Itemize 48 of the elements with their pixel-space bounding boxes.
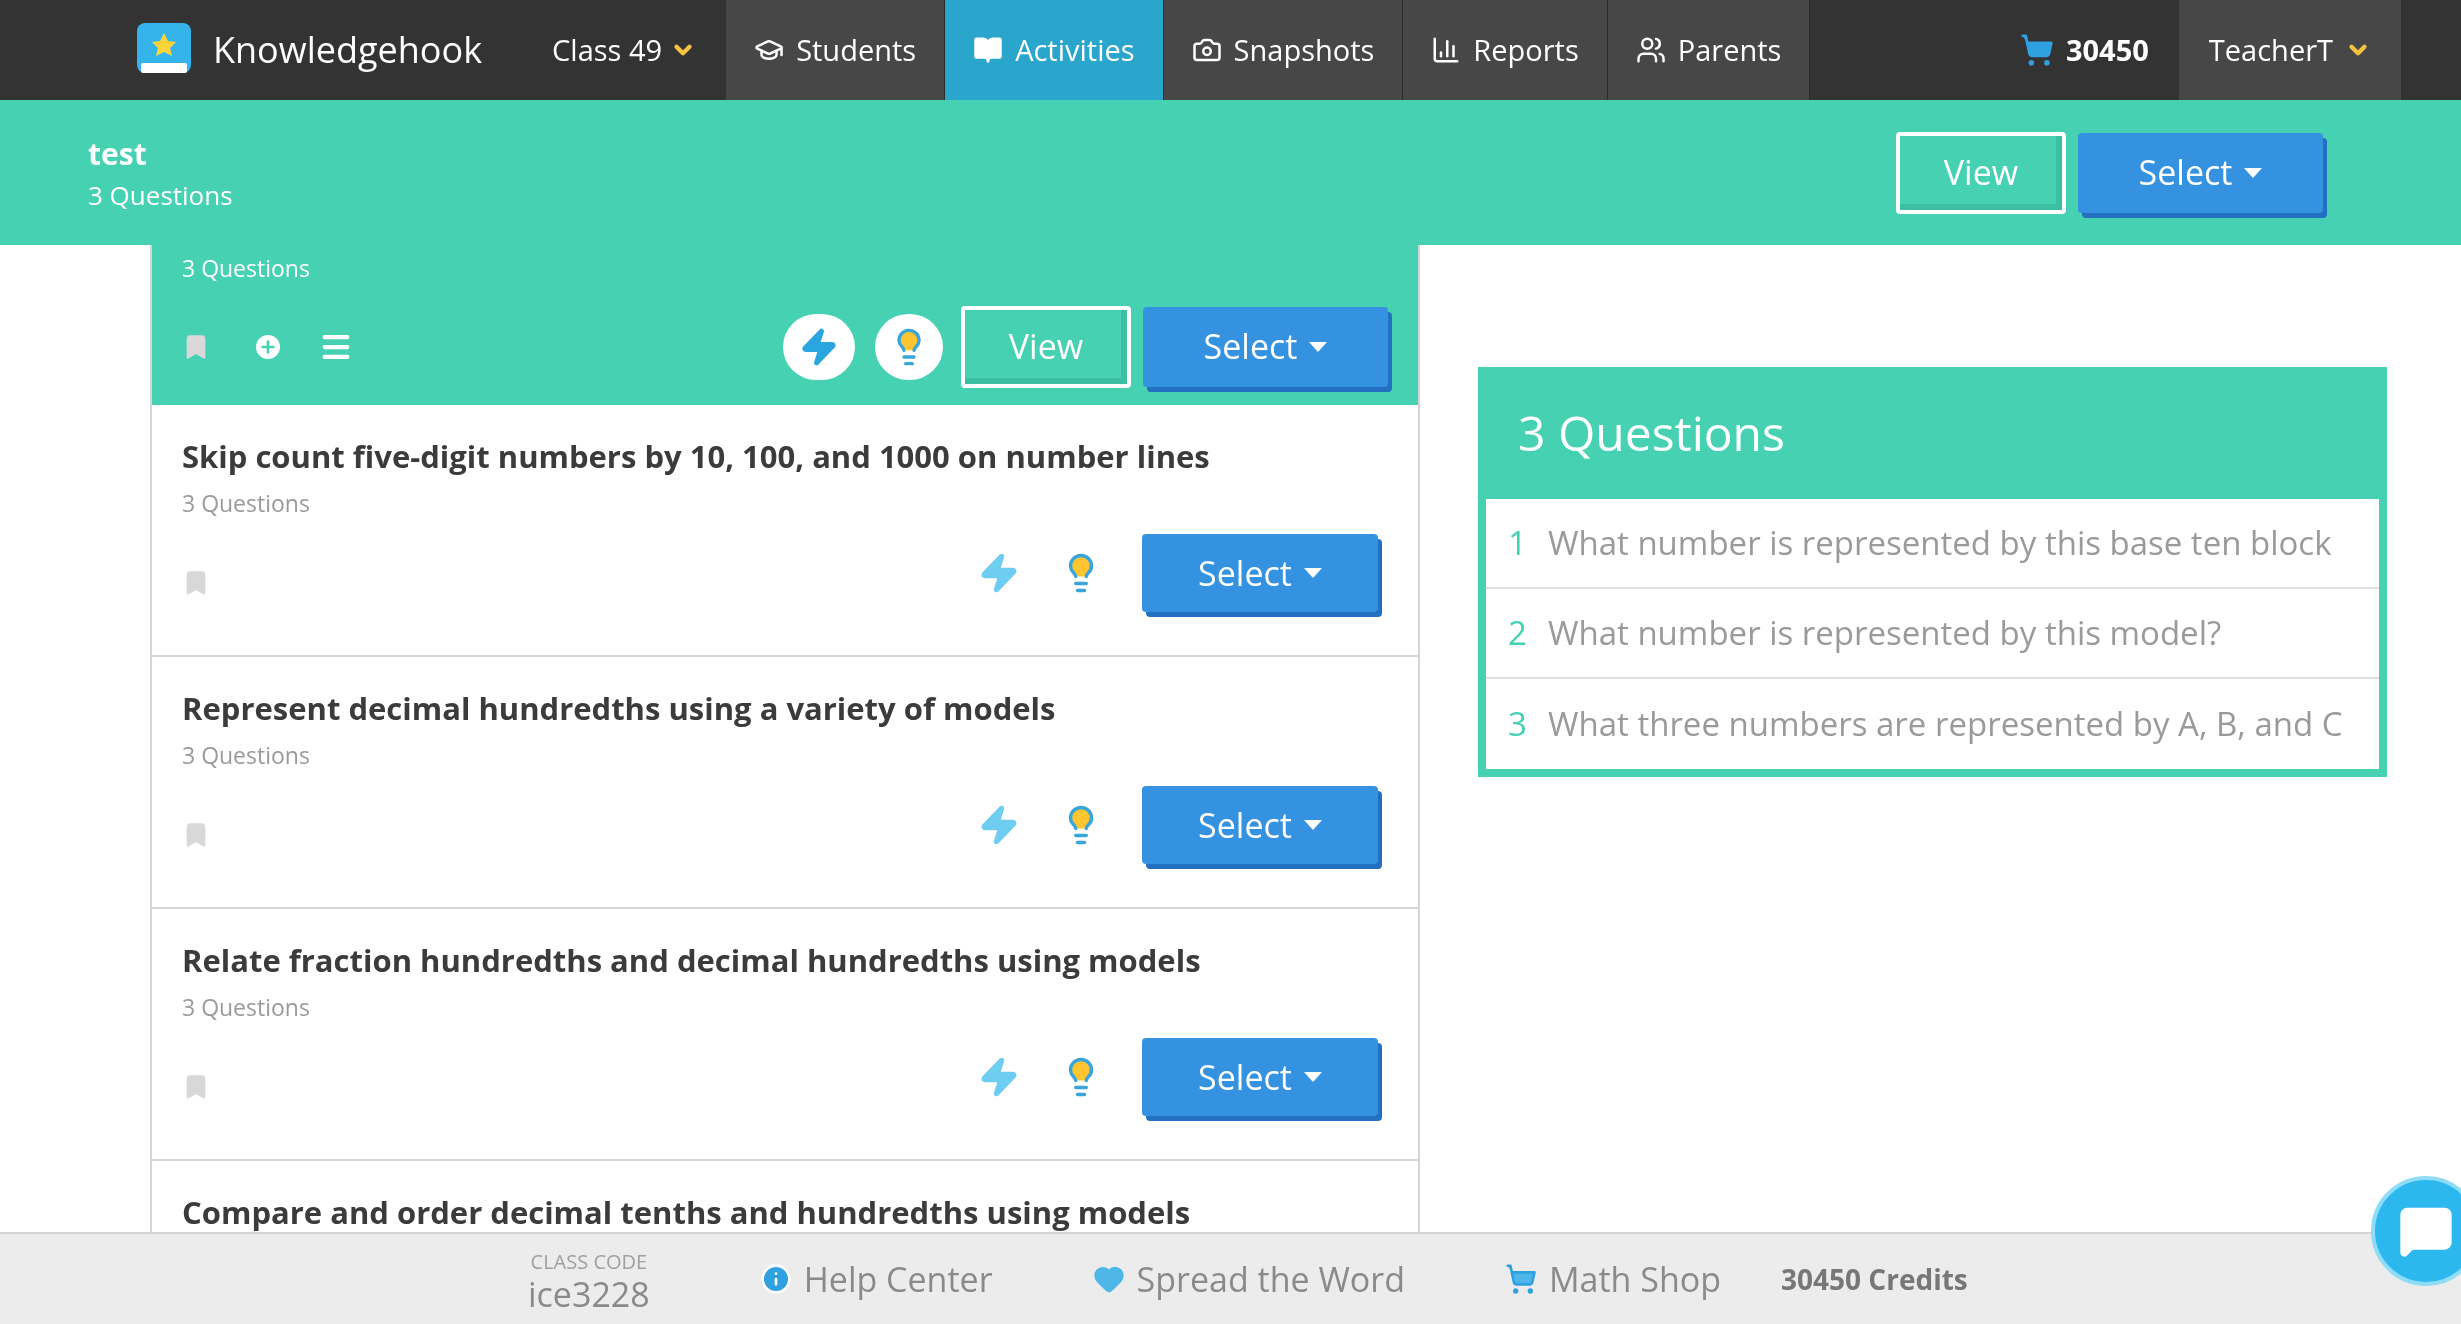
user-menu[interactable]: TeacherT [2178, 0, 2401, 100]
question-count: 3 Questions [88, 175, 233, 215]
question-number: 2 [1508, 609, 1528, 658]
activity-title: Relate fraction hundredths and decimal hundredths using models [182, 938, 1202, 983]
panel-title: 3 Questions [1517, 399, 1786, 467]
users-icon [1635, 35, 1666, 65]
caret-icon [1303, 820, 1322, 830]
question-count: 3 Questions [182, 251, 311, 286]
question-row[interactable]: 2 What number is represented by this model? [1486, 589, 2379, 679]
footer-link[interactable]: Spread the Word [1092, 1253, 1405, 1305]
question-number: 3 [1508, 700, 1528, 749]
question-row[interactable]: 1 What number is represented by this base ten block [1486, 499, 2379, 589]
question-text: What three numbers are represented by A, B, and C [1548, 700, 2343, 749]
class-menu[interactable]: Class 49 [532, 0, 727, 100]
book-icon [973, 35, 1004, 65]
lightning-icon [799, 326, 839, 367]
nav-tab[interactable]: Activities [945, 0, 1164, 100]
question-count: 3 Questions [182, 737, 311, 772]
caret-icon [1309, 341, 1328, 352]
question-row[interactable]: 3 What three numbers are represented by A, B, and C [1486, 679, 2379, 769]
activity-title: Skip count five-digit numbers by 10, 100, and 1000 on number lines [182, 434, 1211, 479]
view-button[interactable]: View [1896, 131, 2066, 214]
nav-tab[interactable]: Snapshots [1163, 0, 1404, 100]
nav-tab[interactable]: Students [726, 0, 946, 100]
caret-icon [2244, 167, 2263, 178]
view-button[interactable]: View [961, 305, 1131, 388]
cart-icon [1505, 1263, 1537, 1295]
nav-tab[interactable]: Reports [1403, 0, 1608, 100]
info-icon [759, 1263, 792, 1295]
class-code: ice3228 [528, 1277, 650, 1311]
question-number: 1 [1508, 519, 1528, 568]
cart-button[interactable]: 30450 [1989, 0, 2179, 100]
question-text: What number is represented by this model? [1548, 609, 2222, 658]
nav-tab[interactable]: Parents [1607, 0, 1811, 100]
footer-link[interactable]: Math Shop [1505, 1253, 1721, 1305]
activity-title: Compare and order decimal tenths and hundredths using models [182, 1190, 1192, 1232]
brand-name: Knowledgehook [213, 24, 483, 76]
cart-icon [2019, 33, 2054, 67]
question-count: 3 Questions [182, 485, 311, 520]
class-code-label: CLASS CODE [530, 1247, 648, 1277]
question-text: What number is represented by this base ten block [1548, 519, 2332, 568]
caret-icon [1303, 568, 1322, 578]
activity-title: Represent decimal hundredths using a variety of models [182, 686, 1057, 731]
activity-title: test [88, 131, 148, 176]
footer-link[interactable]: Help Center [759, 1253, 993, 1305]
question-count: 3 Questions [182, 989, 311, 1024]
caret-icon [1303, 1072, 1322, 1082]
credits-count: 30450 Credits [1781, 1259, 1968, 1300]
